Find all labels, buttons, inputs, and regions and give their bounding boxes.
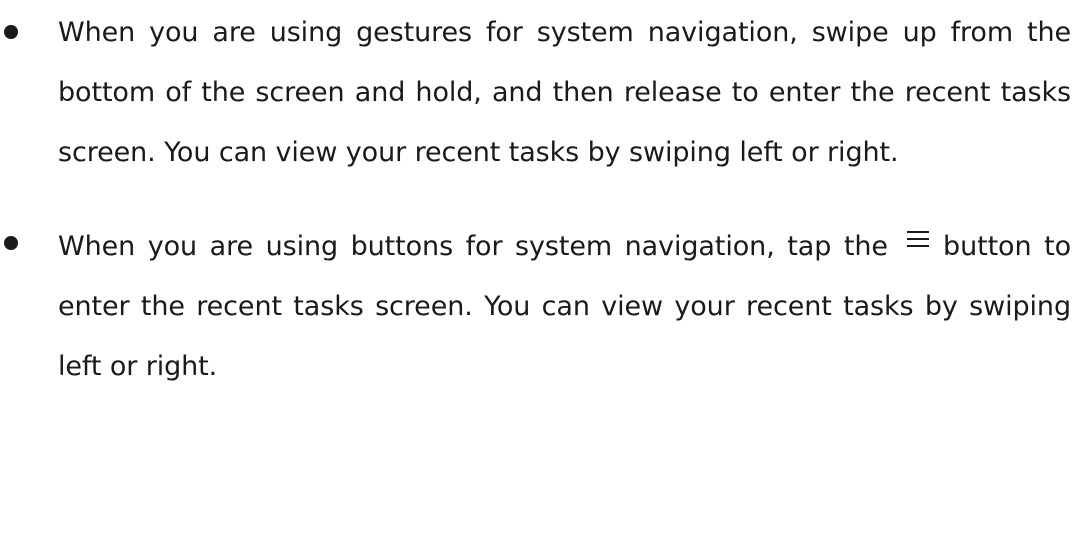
- recent-tasks-icon: [906, 211, 930, 247]
- bullet-dot: [4, 236, 18, 250]
- gestures-instruction-text: When you are using gestures for system n…: [58, 17, 1071, 168]
- list-item-gestures: When you are using gestures for system n…: [0, 0, 1079, 183]
- buttons-instruction-text-before: When you are using buttons for system na…: [58, 231, 888, 262]
- list-item-buttons: When you are using buttons for system na…: [0, 211, 1079, 397]
- buttons-instruction-text: When you are using buttons for system na…: [58, 211, 1071, 397]
- instruction-list: When you are using gestures for system n…: [0, 0, 1079, 397]
- bullet-dot: [4, 25, 18, 39]
